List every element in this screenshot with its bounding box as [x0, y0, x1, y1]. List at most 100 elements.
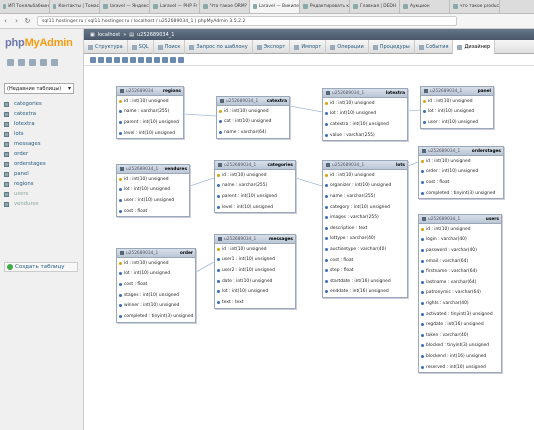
column-row[interactable]: lot : int(10) unsigned — [421, 107, 493, 118]
collapse-icon[interactable] — [120, 167, 124, 171]
collapse-icon[interactable] — [424, 89, 428, 93]
column-row[interactable]: stages : int(10) unsigned — [117, 290, 195, 301]
reload-icon[interactable] — [114, 56, 120, 63]
angular-links-icon[interactable] — [130, 56, 136, 63]
column-row[interactable]: lastname : varchar(64) — [419, 277, 501, 288]
recent-tables-select[interactable]: (Недавние таблицы) — [4, 83, 74, 94]
menu-tab-5[interactable]: Импорт — [290, 40, 327, 54]
column-row[interactable]: lot : int(10) unsigned — [323, 109, 407, 120]
column-row[interactable]: user1 : int(10) unsigned — [215, 255, 295, 266]
move-menu-icon[interactable] — [170, 56, 176, 63]
designer-table-panel[interactable]: u252689034_1 panel id : int(10) unsigned lo… — [420, 86, 494, 129]
column-row[interactable]: blocked : tinyint(3) unsigned — [419, 341, 501, 352]
column-row[interactable]: parent : int(10) unsigned — [117, 117, 183, 128]
designer-table-header[interactable]: u252689034_1 panel — [421, 87, 493, 96]
column-row[interactable]: step : float — [323, 265, 407, 276]
browser-tab[interactable]: Редактировать к — [300, 0, 350, 13]
collapse-icon[interactable] — [218, 163, 222, 167]
column-row[interactable]: login : varchar(40) — [419, 235, 501, 246]
column-row[interactable]: level : int(10) unsigned — [215, 202, 295, 213]
collapse-icon[interactable] — [218, 237, 222, 241]
query-window-icon[interactable] — [29, 59, 36, 66]
home-icon[interactable] — [7, 59, 14, 66]
save-icon[interactable] — [90, 56, 96, 63]
designer-table-header[interactable]: u252689034_1 orderstages — [419, 147, 503, 156]
column-row[interactable]: startdate : int(16) unsigned — [323, 276, 407, 287]
designer-table-header[interactable]: u252689034_1 order — [117, 249, 195, 258]
column-row[interactable]: cat : int(10) unsigned — [217, 117, 289, 128]
settings-icon[interactable] — [51, 59, 58, 66]
column-row[interactable]: firstname : varchar(64) — [419, 266, 501, 277]
column-row[interactable]: category : int(10) unsigned — [323, 202, 407, 213]
snap-grid-icon[interactable] — [138, 56, 144, 63]
sidebar-table-users[interactable]: users — [4, 189, 80, 199]
reload-icon[interactable]: ↻ — [22, 17, 33, 25]
logout-icon[interactable] — [18, 59, 25, 66]
column-row[interactable]: completed : tinyint(3) unsigned — [117, 311, 195, 322]
menu-tab-6[interactable]: Операции — [326, 40, 369, 54]
designer-table-header[interactable]: u252689034_1 lots — [323, 161, 407, 170]
column-row[interactable]: catextra : int(10) unsigned — [323, 119, 407, 130]
help-icon[interactable] — [122, 56, 128, 63]
column-row[interactable]: id : int(10) unsigned — [421, 96, 493, 107]
collapse-icon[interactable] — [120, 251, 124, 255]
collapse-icon[interactable] — [120, 89, 124, 93]
column-row[interactable]: name : varchar(64) — [217, 127, 289, 138]
export-icon[interactable] — [162, 56, 168, 63]
column-row[interactable]: cost : float — [117, 279, 195, 290]
column-row[interactable]: id : int(10) unsigned — [217, 106, 289, 117]
column-row[interactable]: completed : tinyint(3) unsigned — [419, 188, 503, 199]
breadcrumb-server[interactable]: localhost — [98, 32, 120, 38]
column-row[interactable]: id : int(10) unsigned — [215, 244, 295, 255]
sidebar-table-order[interactable]: order — [4, 149, 80, 159]
column-row[interactable]: id : int(10) unsigned — [419, 224, 501, 235]
browser-tab[interactable]: Laravel — PHP Fr — [150, 0, 200, 13]
browser-tab[interactable]: laravel — Яндекс — [100, 0, 150, 13]
column-row[interactable]: id : int(10) unsigned — [215, 170, 295, 181]
column-row[interactable]: token : varchar(40) — [419, 330, 501, 341]
browser-tab[interactable]: ИП Тоняльбабкин — [0, 0, 50, 13]
designer-table-vendures[interactable]: u252689034_1 vendures id : int(10) unsigne… — [116, 164, 190, 218]
designer-table-catextra[interactable]: u252689034_1 catextra id : int(10) unsigne… — [216, 96, 290, 139]
new-table-button[interactable]: Создать таблицу — [4, 262, 78, 272]
sidebar-table-regions[interactable]: regions — [4, 179, 80, 189]
table-icon[interactable] — [4, 141, 9, 147]
column-row[interactable]: password : varchar(40) — [419, 245, 501, 256]
url-field[interactable]: sql11.hostinger.ru / sql11.hostinger.ru … — [37, 16, 457, 26]
column-row[interactable]: id : int(10) unsigned — [117, 258, 195, 269]
back-icon[interactable]: ‹ — [0, 17, 11, 25]
column-row[interactable]: name : varchar(255) — [215, 181, 295, 192]
designer-table-header[interactable]: u252689034_1 lotextra — [323, 89, 407, 98]
designer-table-header[interactable]: u252689034_1 categories — [215, 161, 295, 170]
column-row[interactable]: rights : varchar(40) — [419, 298, 501, 309]
column-row[interactable]: lot : int(10) unsigned — [117, 269, 195, 280]
browser-tab[interactable]: что такое produc — [450, 0, 500, 13]
column-row[interactable]: user2 : int(10) unsigned — [215, 265, 295, 276]
column-row[interactable]: images : varchar(255) — [323, 212, 407, 223]
designer-table-header[interactable]: u252689034_1 catextra — [217, 97, 289, 106]
column-row[interactable]: name : varchar(255) — [323, 191, 407, 202]
table-icon[interactable] — [4, 121, 9, 127]
column-row[interactable]: cost : float — [117, 206, 189, 217]
menu-tab-1[interactable]: SQL — [128, 40, 154, 54]
table-icon[interactable] — [4, 151, 9, 157]
browser-tab[interactable]: Что такое ORM? — [200, 0, 250, 13]
column-row[interactable]: enddate : int(16) unsigned — [323, 287, 407, 298]
menu-tab-7[interactable]: Процедуры — [369, 40, 415, 54]
pin-icon[interactable] — [178, 56, 184, 63]
sidebar-table-lots[interactable]: lots — [4, 129, 80, 139]
collapse-icon[interactable] — [326, 163, 330, 167]
sidebar-table-catextra[interactable]: catextra — [4, 109, 80, 119]
sidebar-table-lotextra[interactable]: lotextra — [4, 119, 80, 129]
breadcrumb-database[interactable]: u252689034_1 — [137, 32, 174, 38]
column-row[interactable]: description : text — [323, 223, 407, 234]
table-icon[interactable] — [4, 191, 9, 197]
column-row[interactable]: organizer : int(10) unsigned — [323, 181, 407, 192]
column-row[interactable]: lot : int(10) unsigned — [117, 185, 189, 196]
column-row[interactable]: lottype : varchar(40) — [323, 234, 407, 245]
table-icon[interactable] — [4, 161, 9, 167]
table-icon[interactable] — [4, 171, 9, 177]
designer-table-lots[interactable]: u252689034_1 lots id : int(10) unsigned org… — [322, 160, 408, 299]
column-row[interactable]: id : int(10) unsigned — [117, 96, 183, 107]
table-icon[interactable] — [4, 101, 9, 107]
